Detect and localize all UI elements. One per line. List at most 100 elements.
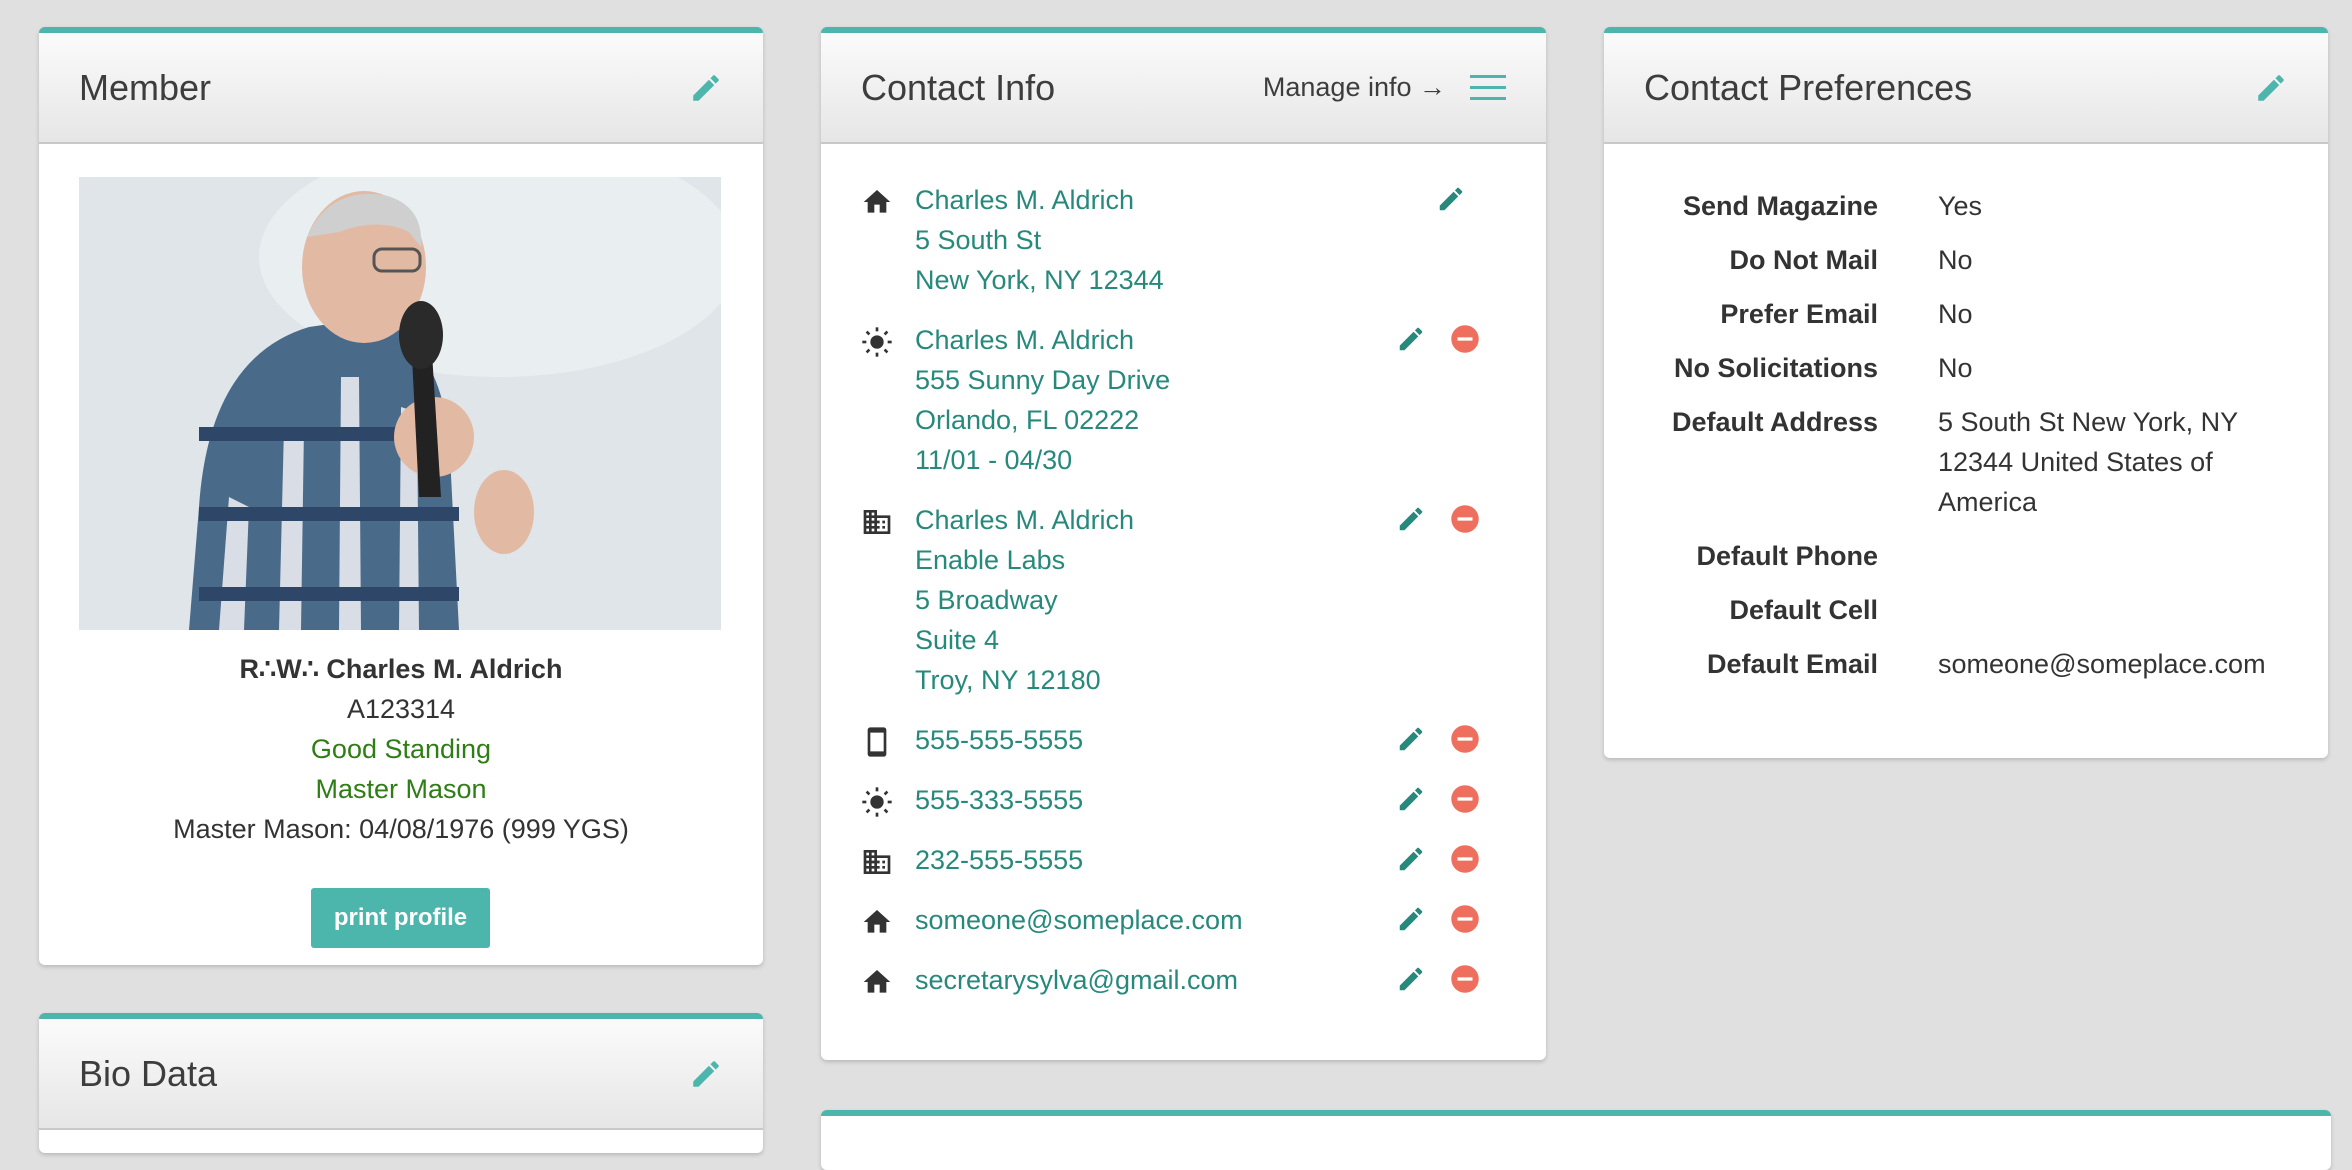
contact-line: 555 Sunny Day Drive (915, 365, 1171, 395)
prefs-card-title: Contact Preferences (1644, 66, 1973, 108)
contact-line: Suite 4 (915, 625, 1000, 655)
member-photo (79, 177, 721, 630)
member-degree-detail: Master Mason: 04/08/1976 (999 YGS) (173, 814, 629, 844)
remove-circle-icon[interactable] (1450, 844, 1480, 874)
contact-entry-actions (1396, 504, 1480, 534)
contact-entry-actions (1436, 184, 1466, 214)
edit-pencil-icon[interactable] (1396, 904, 1426, 934)
contact-preferences-card: Contact Preferences Send Magazine Yes Do… (1604, 27, 2328, 758)
contact-card-header: Contact Info Manage info → (821, 33, 1546, 144)
contact-card-title: Contact Info (861, 66, 1056, 108)
pref-value: No (1938, 245, 1973, 275)
pref-row-send-magazine: Send Magazine Yes (1604, 186, 2328, 226)
pref-row-prefer-email: Prefer Email No (1604, 294, 2328, 334)
remove-circle-icon[interactable] (1450, 324, 1480, 354)
pref-value: No (1938, 353, 1973, 383)
member-standing: Good Standing (310, 734, 492, 764)
member-card-header: Member (39, 33, 763, 144)
contact-entry-mobile-phone: 555-555-5555 (861, 720, 1506, 760)
edit-pencil-icon[interactable] (1396, 784, 1426, 814)
edit-pencil-icon[interactable] (1396, 724, 1426, 754)
default-email-link[interactable]: someone@someplace.com (1938, 644, 2328, 684)
bio-card-header: Bio Data (39, 1019, 763, 1130)
home-icon (863, 910, 891, 933)
contact-entry-text[interactable]: Charles M. Aldrich 5 South St New York, … (915, 180, 1506, 300)
member-degree: Master Mason (315, 774, 487, 804)
pref-row-default-email: Default Email someone@someplace.com (1604, 644, 2328, 684)
edit-member-pencil-icon[interactable] (689, 71, 723, 105)
pref-row-do-not-mail: Do Not Mail No (1604, 240, 2328, 280)
pref-label: Default Cell (1729, 595, 1878, 625)
contact-entry-seasonal-address: Charles M. Aldrich 555 Sunny Day Drive O… (861, 320, 1506, 480)
member-title-prefix: R∴W∴ (239, 654, 319, 684)
edit-pencil-icon[interactable] (1396, 504, 1426, 534)
remove-circle-icon[interactable] (1450, 964, 1480, 994)
sun-icon (862, 327, 892, 357)
pref-value: No (1938, 299, 1973, 329)
bio-card-title: Bio Data (79, 1052, 218, 1094)
contact-line: Troy, NY 12180 (915, 665, 1101, 695)
remove-circle-icon[interactable] (1450, 904, 1480, 934)
member-info: R∴W∴ Charles M. Aldrich A123314 Good Sta… (39, 649, 763, 849)
edit-preferences-pencil-icon[interactable] (2254, 71, 2288, 105)
home-icon (863, 190, 891, 213)
contact-entry-home-email: someone@someplace.com (861, 900, 1506, 940)
contact-line: 5 South St (915, 225, 1042, 255)
pref-row-default-address: Default Address 5 South St New York, NY … (1604, 402, 2328, 522)
pref-label: Default Phone (1696, 541, 1878, 571)
prefs-card-header: Contact Preferences (1604, 33, 2328, 144)
edit-pencil-icon[interactable] (1396, 964, 1426, 994)
member-name-line: R∴W∴ Charles M. Aldrich (39, 649, 763, 689)
pref-value: 5 South St New York, NY 12344 United Sta… (1938, 407, 2238, 517)
remove-circle-icon[interactable] (1450, 724, 1480, 754)
pref-value (1938, 536, 2328, 576)
business-icon (863, 850, 891, 874)
edit-pencil-icon[interactable] (1396, 844, 1426, 874)
pref-label: Do Not Mail (1729, 245, 1879, 275)
contact-line: New York, NY 12344 (915, 265, 1164, 295)
home-icon (863, 970, 891, 993)
member-card: Member R∴W∴ Charles M. Aldrich A123314 G… (39, 27, 763, 965)
contact-entry-actions (1396, 964, 1480, 994)
contact-entry-business-address: Charles M. Aldrich Enable Labs 5 Broadwa… (861, 500, 1506, 700)
mobile-icon (867, 727, 887, 757)
bottom-card (821, 1110, 2331, 1170)
contact-line: 5 Broadway (915, 585, 1058, 615)
contact-entry-actions (1396, 844, 1480, 874)
pref-label: Default Email (1706, 649, 1878, 679)
contact-line: 11/01 - 04/30 (915, 445, 1073, 475)
manage-info-link[interactable]: Manage info → (1263, 72, 1446, 103)
contact-entry-actions (1396, 904, 1480, 934)
remove-circle-icon[interactable] (1450, 784, 1480, 814)
contact-entry-home-address: Charles M. Aldrich 5 South St New York, … (861, 180, 1506, 300)
contact-entry-actions (1396, 784, 1480, 814)
pref-label: Prefer Email (1720, 299, 1878, 329)
remove-circle-icon[interactable] (1450, 504, 1480, 534)
pref-value: Yes (1938, 191, 1983, 221)
edit-pencil-icon[interactable] (1396, 324, 1426, 354)
pref-label: No Solicitations (1673, 353, 1878, 383)
sun-icon (862, 787, 892, 817)
menu-icon[interactable] (1470, 74, 1506, 101)
contact-line: Enable Labs (915, 545, 1066, 575)
contact-line: Orlando, FL 02222 (915, 405, 1140, 435)
contact-entry-business-phone: 232-555-5555 (861, 840, 1506, 880)
pref-row-default-phone: Default Phone (1604, 536, 2328, 576)
member-id: A123314 (346, 694, 456, 724)
member-card-title: Member (79, 66, 212, 108)
pref-label: Send Magazine (1682, 191, 1878, 221)
pref-label: Default Address (1671, 407, 1878, 437)
pref-row-no-solicitations: No Solicitations No (1604, 348, 2328, 388)
member-name: Charles M. Aldrich (326, 654, 563, 684)
contact-line: Charles M. Aldrich (915, 185, 1135, 215)
contact-entry-seasonal-phone: 555-333-5555 (861, 780, 1506, 820)
edit-pencil-icon[interactable] (1436, 184, 1466, 214)
contact-entry-actions (1396, 724, 1480, 754)
print-profile-button[interactable]: print profile (311, 888, 490, 948)
contact-entry-home-email-2: secretarysylva@gmail.com (861, 960, 1506, 1000)
pref-row-default-cell: Default Cell (1604, 590, 2328, 630)
contact-info-card: Contact Info Manage info → Charles M. Al… (821, 27, 1546, 1060)
bio-data-card: Bio Data (39, 1013, 763, 1153)
business-icon (863, 510, 891, 534)
edit-bio-pencil-icon[interactable] (689, 1057, 723, 1091)
